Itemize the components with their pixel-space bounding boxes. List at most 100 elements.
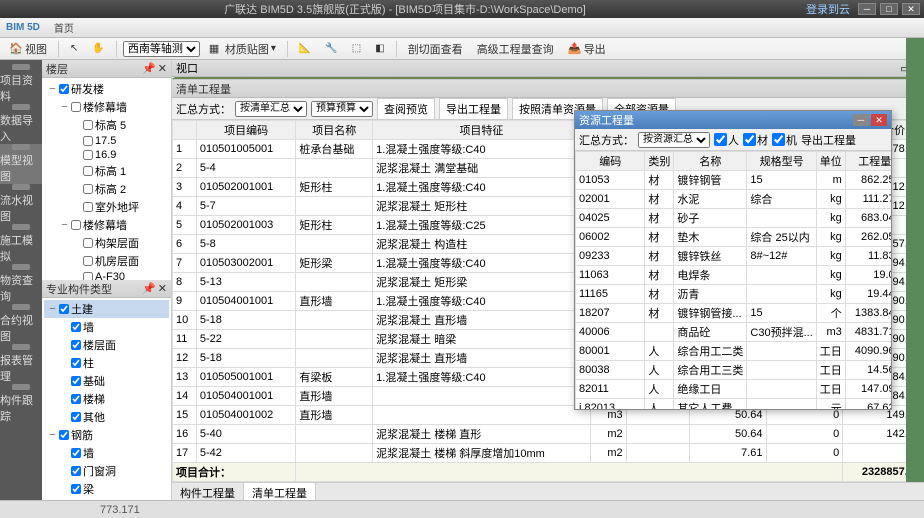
toolbar: 🏠视图 ↖ ✋ 西南等轴测 ▦材质贴图▾ 📐 🔧 ⬚ ◧ 剖切面查看 高级工程量… (0, 38, 924, 60)
checkview-button[interactable]: 查阅预览 (377, 98, 435, 120)
table-row[interactable]: 80001人综合用工二类工日4090.96693380459.8 (576, 342, 892, 361)
texture-button[interactable]: ▦材质贴图▾ (204, 38, 281, 60)
float-header[interactable]: 资源工程量 ─ ✕ (575, 111, 891, 129)
floor-tree[interactable]: −研发楼−楼修幕墙标高 517.516.9标高 1标高 2室外地坪−楼修幕墙构架… (42, 78, 171, 280)
tree-node[interactable]: 机房层面 (44, 252, 169, 270)
left-panel: 楼层 📌✕ −研发楼−楼修幕墙标高 517.516.9标高 1标高 2室外地坪−… (42, 60, 172, 500)
table-row[interactable]: 11063材电焊条kg19.034.5586.59 (576, 266, 892, 285)
resource-grid[interactable]: 编码类别名称规格型号单位工程量单价合价(元)01053材镀锌钢管15m862.2… (575, 151, 891, 409)
home-icon: 🏠 (9, 42, 23, 56)
table-row[interactable]: 18207材镀锌钢管接...15个1383.8410.52719.6 (576, 304, 892, 323)
budget-select[interactable]: 预算预算 (311, 101, 373, 117)
tree-node[interactable]: 标高 5 (44, 116, 169, 134)
table-row[interactable]: 09233材镀锌铁丝8#~12#kg11.8353.8545.56 (576, 247, 892, 266)
minimize-button[interactable]: ─ (858, 3, 876, 15)
tree-node[interactable]: 标高 2 (44, 180, 169, 198)
export-icon: 📤 (568, 42, 582, 56)
chk-cai[interactable]: 材 (743, 132, 768, 148)
tree-node[interactable]: 柱 (44, 354, 169, 372)
tree-node[interactable]: 其他 (44, 408, 169, 426)
arrow-button[interactable]: ↖ (65, 40, 83, 57)
sidebar-item-8[interactable]: 构件跟踪 (0, 384, 42, 424)
3d-viewport[interactable] (172, 77, 924, 79)
pan-button[interactable]: ✋ (87, 40, 109, 57)
table-row[interactable]: 80038人综合用工三类工日14.5644806990.72 (576, 361, 892, 380)
status-coord: 773.171 (100, 504, 140, 516)
maximize-button[interactable]: □ (880, 3, 898, 15)
resource-float-window: 资源工程量 ─ ✕ 汇总方式： 按资源汇总 人 材 机 导出工程量 编码类别名称… (574, 110, 892, 410)
tree-node[interactable]: 墙 (44, 444, 169, 462)
tree-node[interactable]: −钢筋 (44, 426, 169, 444)
app-logo: BIM 5D (6, 22, 40, 33)
tree-node[interactable]: −土建 (44, 300, 169, 318)
tool3-button[interactable]: ⬚ (347, 40, 366, 57)
res-export-button[interactable]: 导出工程量 (801, 132, 856, 148)
tree-node[interactable]: 墙 (44, 318, 169, 336)
type-panel-header: 专业构件类型 📌✕ (42, 280, 171, 298)
sidebar-item-5[interactable]: 物资查询 (0, 264, 42, 304)
ribbon-tab-home[interactable]: 首页 (48, 18, 80, 37)
export-button[interactable]: 📤导出 (563, 38, 611, 60)
tree-node[interactable]: 16.9 (44, 148, 169, 162)
tree-node[interactable]: 楼层面 (44, 336, 169, 354)
tree-node[interactable]: 室外地坪 (44, 198, 169, 216)
table-row[interactable]: 04025材砂子kg683.0440.0427.32 (576, 209, 892, 228)
section-button[interactable]: 剖切面查看 (403, 38, 468, 60)
tree-node[interactable]: 基础 (44, 372, 169, 390)
tree-node[interactable]: 门窗洞 (44, 462, 169, 480)
summary-select[interactable]: 按清单汇总 (235, 101, 307, 117)
axis-select[interactable]: 西南等轴测 (123, 41, 200, 57)
sidebar-item-1[interactable]: 数据导入 (0, 104, 42, 144)
tab-component-qty[interactable]: 构件工程量 (172, 483, 244, 500)
texture-icon: ▦ (209, 42, 223, 56)
res-summary-select[interactable]: 按资源汇总 (638, 132, 710, 148)
table-row[interactable]: i 82013人其它人工费元67.628167.63 (576, 399, 892, 410)
sidebar: 项目资料数据导入模型视图流水视图施工模拟物资查询合约视图报表管理构件跟踪 (0, 60, 42, 500)
sidebar-item-6[interactable]: 合约视图 (0, 304, 42, 344)
table-row[interactable]: 165-40泥浆混凝土 楼梯 直形m250.640142.22 (173, 425, 924, 444)
table-row[interactable]: 11165材沥青kg19.4434.6790.8 (576, 285, 892, 304)
table-row[interactable]: 02001材水泥综合kg111.2770.3741.91 (576, 190, 892, 209)
tool4-button[interactable]: ◧ (370, 40, 389, 57)
chk-ji[interactable]: 机 (772, 132, 797, 148)
pin-icon[interactable]: 📌 (142, 62, 156, 75)
sidebar-item-7[interactable]: 报表管理 (0, 344, 42, 384)
export-qty-button[interactable]: 导出工程量 (439, 98, 508, 120)
tree-node[interactable]: −研发楼 (44, 80, 169, 98)
advquery-button[interactable]: 高级工程量查询 (472, 38, 559, 60)
tab-list-qty[interactable]: 清单工程量 (244, 483, 316, 500)
tree-node[interactable]: −楼修幕墙 (44, 216, 169, 234)
panel-close-icon[interactable]: ✕ (158, 282, 167, 295)
sidebar-item-4[interactable]: 施工模拟 (0, 224, 42, 264)
float-min-button[interactable]: ─ (853, 114, 869, 126)
ribbon: BIM 5D 首页 (0, 18, 924, 38)
table-row[interactable]: 40006商品砼C30预拌混...m34831.7134101981002.39 (576, 323, 892, 342)
pin-icon[interactable]: 📌 (142, 282, 156, 295)
view-button[interactable]: 🏠视图 (4, 38, 52, 60)
tree-node[interactable]: 17.5 (44, 134, 169, 148)
table-row[interactable]: 06002材垫木综合 25以内kg262.0590.45117.93 (576, 228, 892, 247)
sidebar-item-2[interactable]: 模型视图 (0, 144, 42, 184)
viewport-header: 视口 ▭✕ (172, 60, 924, 77)
tree-node[interactable]: 楼梯 (44, 390, 169, 408)
float-close-button[interactable]: ✕ (871, 114, 887, 126)
table-row[interactable]: 82011人绝缘工日工日147.09132.534784.88 (576, 380, 892, 399)
tool2-button[interactable]: 🔧 (320, 40, 342, 57)
tree-node[interactable]: 标高 1 (44, 162, 169, 180)
table-row[interactable]: 01053材镀锌钢管15m862.2593.993440.41 (576, 171, 892, 190)
tree-node[interactable]: 梁 (44, 480, 169, 498)
tree-node[interactable]: −楼修幕墙 (44, 98, 169, 116)
sidebar-item-3[interactable]: 流水视图 (0, 184, 42, 224)
type-tree[interactable]: −土建墙楼层面柱基础楼梯其他−钢筋墙门窗洞梁柱基础其他−给排水管道(水)阀门法兰… (42, 298, 171, 500)
panel-close-icon[interactable]: ✕ (158, 62, 167, 75)
tree-node[interactable]: A-F30 (44, 270, 169, 280)
chk-ren[interactable]: 人 (714, 132, 739, 148)
close-button[interactable]: ✕ (902, 3, 920, 15)
right-strip[interactable] (906, 38, 924, 482)
tree-node[interactable]: 构架层面 (44, 234, 169, 252)
user-label[interactable]: 登录到云 (806, 1, 850, 17)
sidebar-item-0[interactable]: 项目资料 (0, 64, 42, 104)
table-row[interactable]: 175-42泥浆混凝土 楼梯 斜厚度增加10mmm27.610 (173, 444, 924, 463)
tool1-button[interactable]: 📐 (294, 40, 316, 57)
bottom-tabs: 构件工程量 清单工程量 (172, 482, 924, 500)
